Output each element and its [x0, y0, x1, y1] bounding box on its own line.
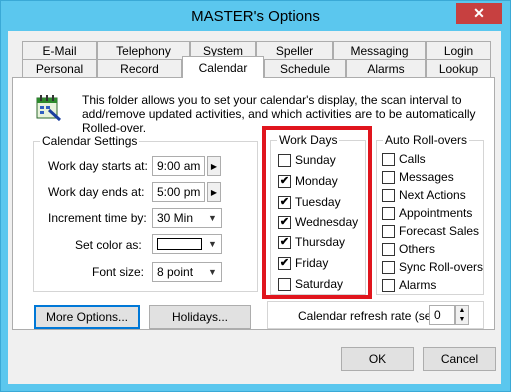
workday-label: Friday [295, 256, 329, 270]
tab-telephony[interactable]: Telephony [97, 41, 190, 59]
window-title: MASTER's Options [191, 8, 320, 25]
checkbox[interactable] [382, 278, 395, 292]
checkbox[interactable] [382, 188, 395, 202]
highlight-box [262, 126, 372, 299]
checkbox-checked[interactable]: ✔ [278, 235, 291, 249]
color-swatch [157, 238, 202, 250]
spin-down-icon[interactable]: ▼ [456, 315, 468, 324]
workday-tuesday[interactable]: ✔ Tuesday [278, 195, 341, 209]
checkbox-checked[interactable]: ✔ [278, 174, 291, 188]
rollover-messages[interactable]: Messages [382, 170, 454, 184]
checkbox[interactable] [382, 224, 395, 238]
chevron-down-icon: ▼ [208, 213, 217, 223]
rollover-label: Messages [399, 170, 454, 184]
title-bar[interactable]: MASTER's Options ✕ [1, 1, 510, 32]
workday-label: Thursday [295, 235, 346, 249]
color-label: Set color as: [75, 238, 142, 252]
triangle-right-icon: ▶ [210, 187, 218, 197]
workday-thursday[interactable]: ✔ Thursday [278, 235, 345, 249]
workday-label: Saturday [295, 277, 344, 291]
workday-label: Tuesday [295, 195, 341, 209]
color-select[interactable]: ▼ [152, 234, 222, 254]
tab-schedule[interactable]: Schedule [264, 59, 346, 77]
refresh-rate-value: 0 [434, 308, 441, 322]
spin-up-icon[interactable]: ▲ [456, 306, 468, 315]
rollover-next-actions[interactable]: Next Actions [382, 188, 466, 202]
rollover-label: Alarms [399, 278, 437, 292]
close-icon: ✕ [473, 5, 485, 21]
tab-personal[interactable]: Personal [22, 59, 97, 77]
chevron-down-icon: ▼ [208, 239, 217, 249]
rollover-label: Forecast Sales [399, 224, 480, 238]
rollover-label: Appointments [399, 206, 473, 220]
tab-lookup[interactable]: Lookup [426, 59, 491, 77]
font-size-label: Font size: [92, 265, 145, 279]
rollover-label: Others [399, 242, 436, 256]
rollover-label: Calls [399, 152, 426, 166]
rollover-label: Next Actions [399, 188, 466, 202]
workday-label: Monday [295, 174, 338, 188]
workday-label: Wednesday [295, 215, 359, 229]
workday-sunday[interactable]: Sunday [278, 153, 336, 167]
auto-rollovers-title: Auto Roll-overs [383, 133, 470, 147]
rollover-appointments[interactable]: Appointments [382, 206, 472, 220]
chevron-down-icon: ▼ [208, 267, 217, 277]
calendar-icon [34, 92, 62, 122]
triangle-right-icon: ▶ [210, 161, 218, 171]
holidays-button[interactable]: Holidays... [149, 305, 251, 329]
font-size-value: 8 point [157, 265, 194, 279]
calendar-settings-title: Calendar Settings [40, 134, 140, 148]
workday-label: Sunday [295, 153, 336, 167]
increment-value: 30 Min [157, 211, 194, 225]
font-size-select[interactable]: 8 point ▼ [152, 262, 222, 282]
checkbox[interactable] [382, 206, 395, 220]
more-options-button[interactable]: More Options... [34, 305, 140, 329]
close-button[interactable]: ✕ [456, 3, 502, 24]
workday-friday[interactable]: ✔ Friday [278, 256, 328, 270]
work-end-label: Work day ends at: [48, 185, 145, 199]
ok-button[interactable]: OK [341, 347, 414, 371]
workday-wednesday[interactable]: ✔ Wednesday [278, 215, 358, 229]
tab-calendar[interactable]: Calendar [182, 56, 264, 78]
workday-saturday[interactable]: Saturday [278, 277, 343, 291]
work-end-value: 5:00 pm [157, 185, 201, 199]
rollover-alarms[interactable]: Alarms [382, 278, 436, 292]
rollover-label: Sync Roll-overs [399, 260, 484, 274]
increment-label: Increment time by: [48, 211, 147, 225]
rollover-sync[interactable]: Sync Roll-overs [382, 260, 483, 274]
checkbox-checked[interactable]: ✔ [278, 195, 291, 209]
rollover-others[interactable]: Others [382, 242, 435, 256]
checkbox-checked[interactable]: ✔ [278, 256, 291, 270]
rollover-forecast-sales[interactable]: Forecast Sales [382, 224, 479, 238]
tab-alarms[interactable]: Alarms [346, 59, 426, 77]
work-start-field[interactable]: 9:00 am [152, 156, 205, 176]
work-start-picker-button[interactable]: ▶ [207, 156, 221, 176]
tab-messaging[interactable]: Messaging [333, 41, 426, 59]
tab-speller[interactable]: Speller [256, 41, 333, 59]
cancel-button[interactable]: Cancel [423, 347, 496, 371]
work-end-picker-button[interactable]: ▶ [207, 182, 221, 202]
refresh-rate-input[interactable]: 0 [429, 305, 455, 325]
checkbox[interactable] [278, 153, 291, 167]
tab-email[interactable]: E-Mail [22, 41, 97, 59]
checkbox-checked[interactable]: ✔ [278, 215, 291, 229]
checkbox[interactable] [382, 260, 395, 274]
tab-login[interactable]: Login [426, 41, 491, 59]
checkbox[interactable] [382, 242, 395, 256]
work-start-value: 9:00 am [157, 159, 201, 173]
work-start-label: Work day starts at: [48, 159, 148, 173]
checkbox[interactable] [382, 170, 395, 184]
checkbox[interactable] [382, 152, 395, 166]
checkbox[interactable] [278, 277, 291, 291]
work-end-field[interactable]: 5:00 pm [152, 182, 205, 202]
refresh-rate-label: Calendar refresh rate (sec): [298, 309, 445, 323]
rollover-calls[interactable]: Calls [382, 152, 426, 166]
increment-select[interactable]: 30 Min ▼ [152, 208, 222, 228]
workday-monday[interactable]: ✔ Monday [278, 174, 338, 188]
tab-record[interactable]: Record [97, 59, 182, 77]
refresh-rate-spinner[interactable]: ▲ ▼ [455, 305, 469, 325]
